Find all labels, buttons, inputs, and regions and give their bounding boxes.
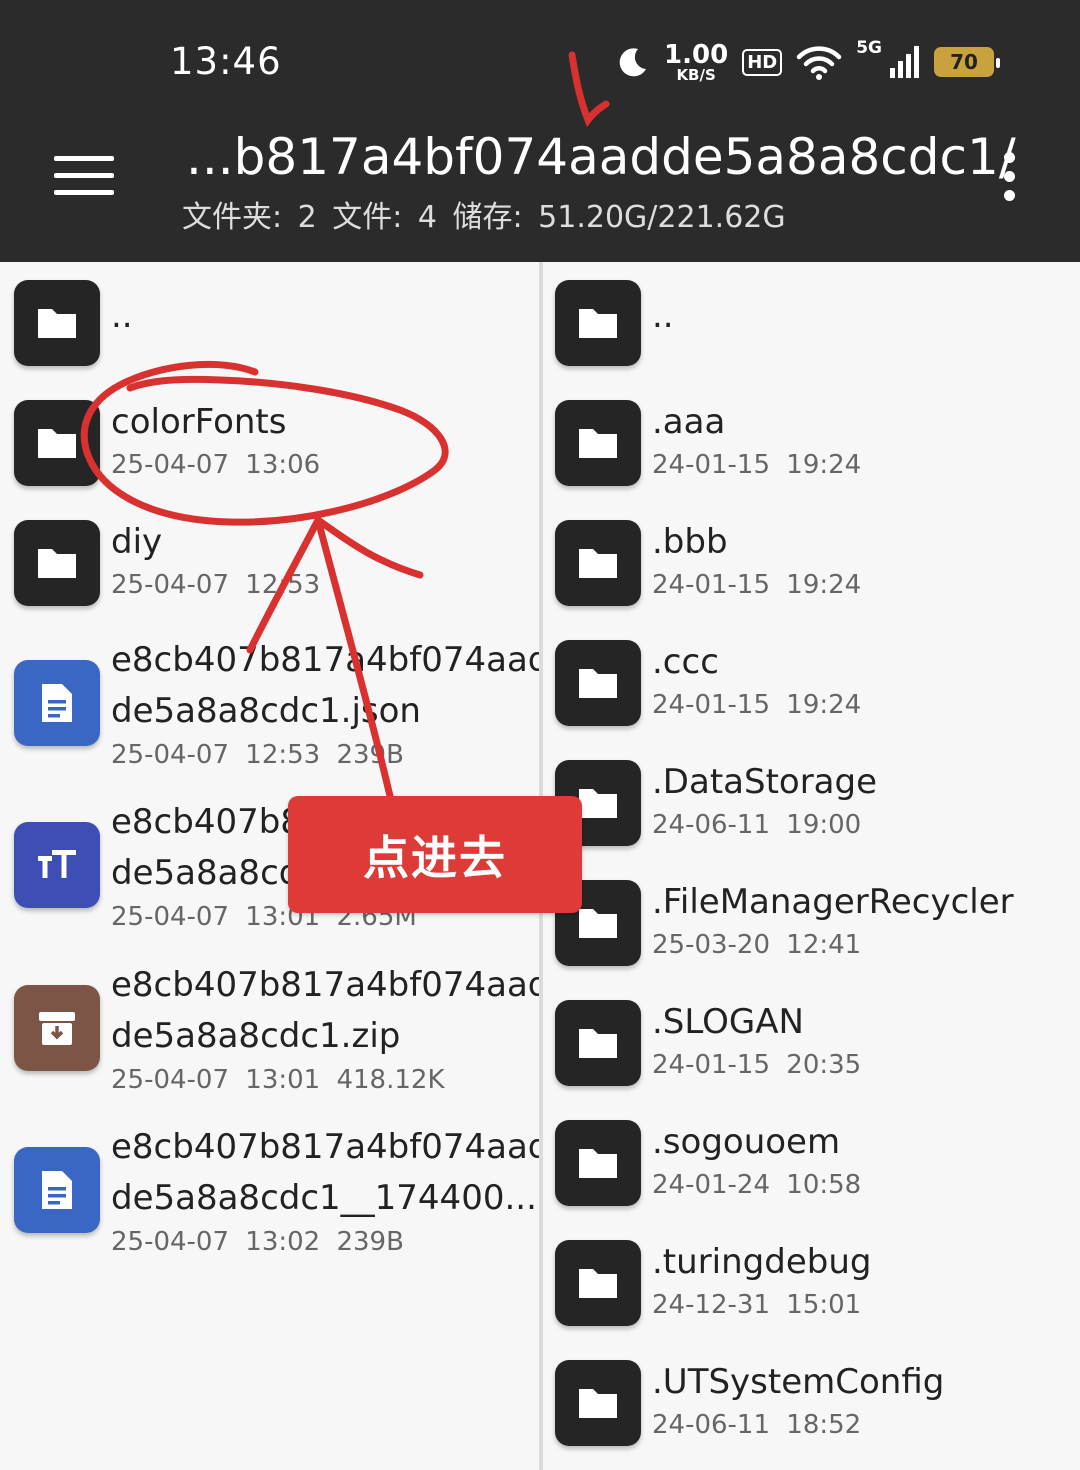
item-meta: 24-01-15 19:24 [652,570,862,600]
item-meta: 25-04-07 13:01 418.12K [111,1065,445,1095]
item-name-line2: de5a8a8cdc1.json [111,691,421,731]
item-meta: 24-01-15 20:35 [652,1050,862,1080]
item-name: .FileManagerRecycler [652,882,1014,922]
right-file-pane[interactable]: .. .aaa 24-01-15 19:24 .bbb 24-01-15 19:… [543,262,1080,1470]
callout-label: 点进去 [288,796,582,913]
item-name: e8cb407b8 [111,802,302,842]
item-name: e8cb407b817a4bf074aad [111,1127,540,1167]
status-bar: 13:46 1.00 KB/S HD 5G 70 [0,0,1080,120]
item-name-line2: de5a8a8cdc1.zip [111,1016,401,1056]
item-meta: 25-04-07 12:53 [111,570,321,600]
item-name-line2: de5a8a8cdc1__174400... [111,1178,537,1218]
item-name: e8cb407b817a4bf074aad [111,640,540,680]
item-name: diy [111,522,163,562]
folder-icon [14,280,100,366]
item-meta: 24-01-15 19:24 [652,690,862,720]
item-meta: 24-01-15 19:24 [652,450,862,480]
signal-icon [890,46,919,78]
current-path: ...b817a4bf074aadde5a8a8cdc1/ [186,128,1016,186]
item-name: .. [111,296,133,336]
item-meta: 24-12-31 15:01 [652,1290,862,1320]
clock: 13:46 [170,40,282,83]
folder-icon [555,640,641,726]
folder-icon [14,400,100,486]
network-type: 5G [856,38,882,58]
folder-icon [555,1360,641,1446]
folder-icon [555,1120,641,1206]
item-meta: 25-04-07 13:02 239B [111,1227,404,1257]
item-name: .sogouoem [652,1122,841,1162]
item-name: colorFonts [111,402,287,442]
archive-icon [14,985,100,1071]
hamburger-icon [54,156,114,161]
document-icon [14,1147,100,1233]
battery-icon: 70 [934,47,1000,77]
network-speed: 1.00 KB/S [664,39,729,84]
item-meta: 25-03-20 12:41 [652,930,862,960]
item-name: .UTSystemConfig [652,1362,945,1402]
folder-icon [14,520,100,606]
folder-icon [555,520,641,606]
more-vertical-icon [1003,152,1015,163]
app-header: ...b817a4bf074aadde5a8a8cdc1/ 文件夹: 2 文件:… [0,120,1080,262]
item-meta: 25-04-07 12:53 239B [111,740,404,770]
status-icons: 1.00 KB/S HD 5G 70 [616,38,1000,84]
menu-button[interactable] [54,156,114,200]
item-name: .SLOGAN [652,1002,804,1042]
item-name: .aaa [652,402,726,442]
folder-icon [555,1000,641,1086]
item-name: .ccc [652,642,719,682]
item-meta: 25-04-07 13:06 [111,450,321,480]
font-icon [14,822,100,908]
item-meta: 24-01-24 10:58 [652,1170,862,1200]
hd-badge: HD [742,48,783,76]
item-meta: 24-06-11 18:52 [652,1410,862,1440]
document-icon [14,660,100,746]
item-name: .turingdebug [652,1242,872,1282]
item-meta: 24-06-11 19:00 [652,810,862,840]
folder-icon [555,280,641,366]
folder-info: 文件夹: 2 文件: 4 储存: 51.20G/221.62G [182,200,786,235]
item-name: .. [652,296,674,336]
wifi-icon [796,46,842,80]
more-options-button[interactable] [998,152,1020,204]
item-name: e8cb407b817a4bf074aad [111,965,540,1005]
folder-icon [555,400,641,486]
item-name: .bbb [652,522,728,562]
moon-icon [619,48,647,77]
folder-icon [555,1240,641,1326]
item-name: .DataStorage [652,762,878,802]
